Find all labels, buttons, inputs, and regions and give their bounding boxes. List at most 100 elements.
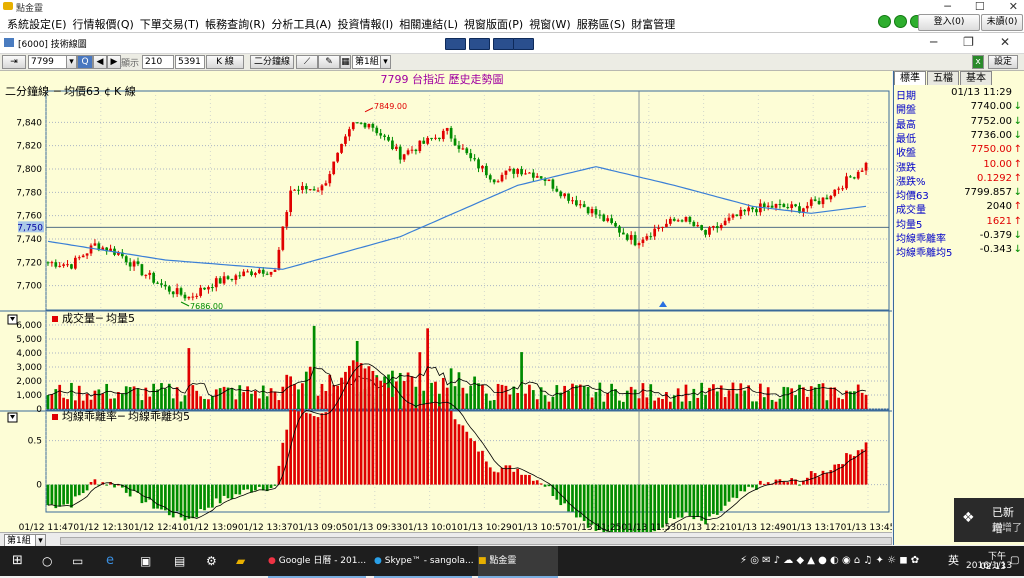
close-icon[interactable]: ✕ xyxy=(1000,35,1010,49)
edge-icon[interactable]: e xyxy=(106,546,114,576)
bias-bar xyxy=(124,484,128,493)
volume-bar xyxy=(829,387,833,409)
prev-arrow-icon[interactable]: ◀ xyxy=(93,55,107,69)
bias-bar xyxy=(512,471,516,485)
close-icon[interactable]: ✕ xyxy=(1009,0,1018,13)
minimize-icon[interactable]: ─ xyxy=(944,0,951,13)
menu-item[interactable]: 帳務查詢(R) xyxy=(202,16,268,32)
volume-bar xyxy=(496,383,500,409)
info-tab[interactable]: 基本 xyxy=(960,71,992,85)
bias-bar xyxy=(668,484,672,518)
network-app-icon[interactable]: ⚙ xyxy=(206,546,217,576)
menu-item[interactable]: 相關連結(L) xyxy=(396,16,461,32)
volume-bar xyxy=(109,398,112,409)
trend-arrow-icon: ↑ xyxy=(1013,215,1022,227)
volume-bar xyxy=(586,386,590,409)
calculator-icon[interactable]: ▤ xyxy=(174,546,185,576)
display-count-input[interactable]: 210 xyxy=(142,55,174,69)
bias-bar xyxy=(715,484,719,515)
symbol-dropdown-icon[interactable]: ▾ xyxy=(66,55,77,69)
bias-bar xyxy=(257,484,261,487)
restore-icon[interactable]: ❐ xyxy=(963,35,974,49)
period-dropdown[interactable]: 二分鐘線 xyxy=(250,55,294,69)
menu-item[interactable]: 視窗(W) xyxy=(526,16,573,32)
candle-body xyxy=(293,189,296,191)
layout-button-4[interactable] xyxy=(513,38,534,50)
dropbox-notification[interactable]: ❖ 已新增 新增了 xyxy=(954,498,1024,542)
menu-item[interactable]: 投資情報(I) xyxy=(334,16,396,32)
notifications-icon[interactable]: ▢ xyxy=(1010,546,1019,576)
candle-body xyxy=(74,257,77,269)
candle-body xyxy=(187,296,191,299)
settings-button[interactable]: 設定 xyxy=(988,55,1018,69)
menu-item[interactable]: 服務區(S) xyxy=(574,16,629,32)
volume-bar xyxy=(817,383,821,409)
layout-button-1[interactable] xyxy=(445,38,466,50)
group-dropdown-icon[interactable]: ▾ xyxy=(380,55,391,69)
maximize-icon[interactable]: ☐ xyxy=(975,0,985,13)
candle-body xyxy=(332,161,336,175)
bias-bar xyxy=(739,484,743,492)
taskbar-app-chrome[interactable]: ● Google 日曆 - 201... xyxy=(268,546,366,578)
store-icon[interactable]: ▣ xyxy=(140,546,151,576)
high-annotation-leader xyxy=(364,107,374,113)
candle-body xyxy=(312,189,316,191)
candle-body xyxy=(430,137,433,139)
next-arrow-icon[interactable]: ▶ xyxy=(107,55,121,69)
menu-item[interactable]: 分析工具(A) xyxy=(268,16,334,32)
bias-bar xyxy=(81,484,85,494)
menu-item[interactable]: 下單交易(T) xyxy=(137,16,202,32)
search-icon[interactable]: ○ xyxy=(42,546,52,576)
volume-tick-label: 0 xyxy=(36,405,42,415)
volume-tick-label: 3,000 xyxy=(16,363,42,373)
bias-bar xyxy=(195,484,199,518)
candle-body xyxy=(156,282,159,284)
volume-bar xyxy=(93,390,97,409)
price-tick-label: 7,740 xyxy=(16,235,42,245)
volume-bar xyxy=(328,374,332,409)
volume-bar xyxy=(547,401,551,409)
login-button[interactable]: 登入(0) xyxy=(918,14,980,31)
draw-line-icon[interactable]: ⟋ xyxy=(296,55,318,69)
candle-body xyxy=(622,232,625,235)
layout-button-3[interactable] xyxy=(493,38,514,50)
pin-icon[interactable]: ⇥ xyxy=(2,55,26,69)
info-value: 7752.00 xyxy=(970,115,1012,127)
taskbar-app-skype[interactable]: ● Skype™ - sangola... xyxy=(374,546,474,578)
legend-dash: ─ xyxy=(53,85,61,98)
explorer-icon[interactable]: ▰ xyxy=(236,546,245,576)
volume-bar xyxy=(128,387,132,409)
layout-button-2[interactable] xyxy=(469,38,490,50)
info-tab[interactable]: 標準 xyxy=(894,71,926,85)
volume-bar xyxy=(813,387,817,409)
candle-body xyxy=(845,176,848,189)
grid-icon[interactable]: ▦ xyxy=(340,55,351,69)
candle-body xyxy=(148,272,152,275)
menu-item[interactable]: 財富管理 xyxy=(628,16,678,32)
volume-bar xyxy=(293,384,296,409)
pen-icon[interactable]: ✎ xyxy=(318,55,340,69)
menu-item[interactable]: 視窗版面(P) xyxy=(461,16,526,32)
menu-item[interactable]: 行情報價(Q) xyxy=(70,16,137,32)
bias-bar xyxy=(477,451,480,485)
candle-body xyxy=(535,176,539,178)
ime-indicator[interactable]: 英 xyxy=(948,546,959,576)
task-view-icon[interactable]: ▭ xyxy=(72,546,83,576)
excel-icon[interactable]: x xyxy=(972,55,984,69)
volume-bar xyxy=(688,401,692,409)
ma63-line xyxy=(47,166,867,270)
technical-chart[interactable]: 7,840 7,820 7,800 7,780 7,760 7,740 7,720 7,700… xyxy=(0,71,895,552)
unread-button[interactable]: 未讀(0) xyxy=(981,14,1023,31)
bias-bar xyxy=(183,484,187,521)
volume-bar xyxy=(535,399,539,409)
kline-dropdown[interactable]: K 線 xyxy=(206,55,244,69)
search-icon[interactable]: Q xyxy=(77,55,93,69)
start-icon[interactable]: ⊞ xyxy=(12,546,23,576)
bias-bar xyxy=(759,480,762,485)
menu-item[interactable]: 系統設定(E) xyxy=(4,16,70,32)
chart-scrollbar[interactable] xyxy=(60,537,892,545)
candle-body xyxy=(136,261,140,265)
minimize-icon[interactable]: ─ xyxy=(930,35,937,49)
info-tab[interactable]: 五檔 xyxy=(927,71,959,85)
taskbar-app-djl[interactable]: ■ 點金靈 xyxy=(478,546,558,578)
